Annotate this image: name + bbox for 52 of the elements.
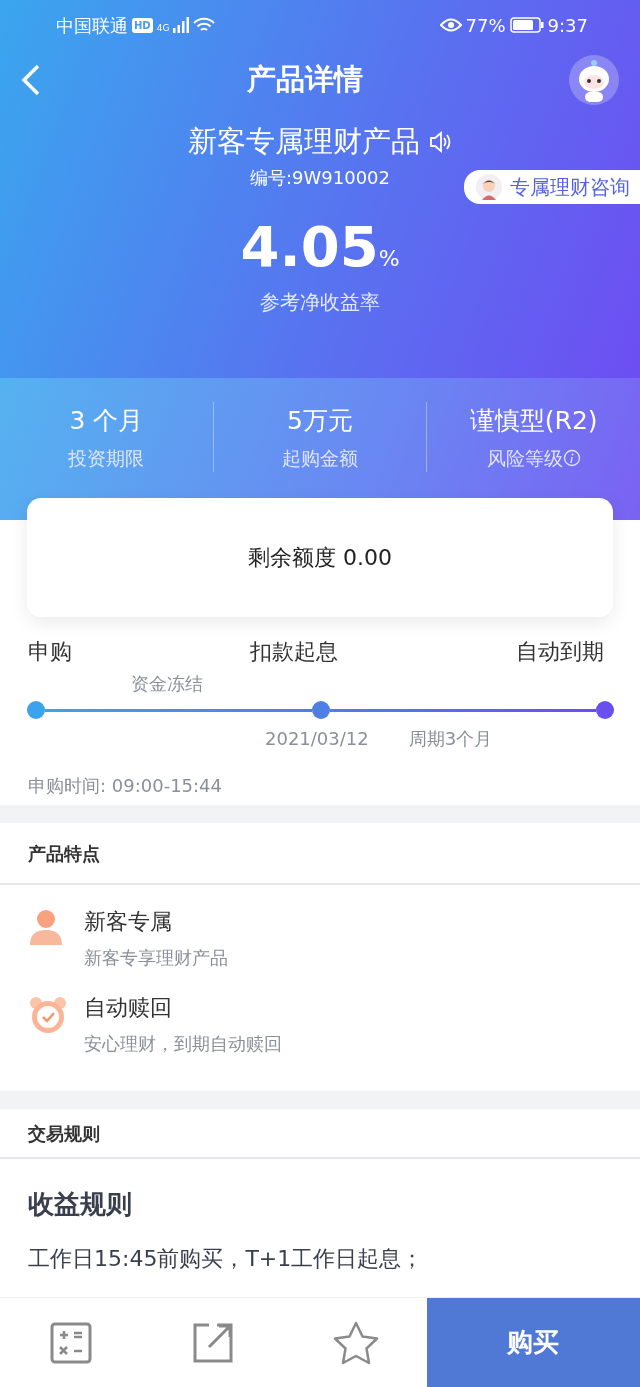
- product-name: 新客专属理财产品: [188, 123, 420, 160]
- carrier-name: 中国联通: [56, 13, 128, 38]
- battery-percent: 77%: [465, 13, 506, 38]
- advisor-avatar-icon: [476, 174, 502, 200]
- timeline-dot: [27, 701, 45, 719]
- robot-icon[interactable]: [568, 54, 620, 106]
- feature-description: 新客专享理财产品: [84, 946, 228, 970]
- yield-label: 参考净收益率: [260, 289, 380, 314]
- purchase-hours: 申购时间: 09:00-15:44: [28, 775, 223, 796]
- back-icon[interactable]: [20, 63, 42, 97]
- stat-value: 3 个月: [69, 405, 144, 437]
- wifi-icon: [193, 17, 216, 33]
- yield-rate: 4.05: [240, 213, 379, 279]
- timeline-step: 申购: [28, 635, 72, 668]
- timeline-dot: [311, 701, 330, 719]
- feature-title: 自动赎回: [84, 994, 173, 1022]
- stat-value: 5万元: [287, 405, 353, 437]
- phase-label: 资金冻结: [131, 673, 203, 694]
- battery-icon: [509, 17, 544, 33]
- star-icon[interactable]: [332, 1320, 379, 1365]
- period-label: 周期3个月: [408, 727, 493, 751]
- feature-description: 安心理财，到期自动赎回: [84, 1032, 282, 1056]
- rule-text: 工作日15:45前购买，T+1工作日起息；: [28, 1246, 424, 1271]
- signal-icon: [173, 17, 190, 33]
- start-date: 2021/03/12: [265, 727, 369, 751]
- eye-icon: [439, 18, 462, 32]
- stat-value: 谨慎型(R2): [469, 405, 598, 437]
- remaining-quota: 剩余额度 0.00: [248, 544, 392, 572]
- product-code: 编号:9W910002: [250, 166, 390, 188]
- timeline-step: 扣款起息: [250, 635, 338, 668]
- section-title: 产品特点: [28, 841, 100, 866]
- network-type: 4G: [156, 21, 170, 35]
- buy-button[interactable]: 购买: [427, 1297, 640, 1387]
- advisor-consult-button[interactable]: 专属理财咨询: [464, 170, 640, 204]
- share-icon[interactable]: [193, 1322, 234, 1363]
- rule-heading: 收益规则: [28, 1189, 132, 1219]
- person-icon: [28, 909, 64, 947]
- alarm-clock-icon: [28, 995, 68, 1035]
- stat-label: 起购金额: [282, 445, 358, 471]
- page-title: 产品详情: [247, 61, 363, 99]
- info-icon[interactable]: [562, 448, 581, 467]
- hd-badge: HD: [132, 17, 153, 33]
- percent-sign: %: [378, 245, 400, 271]
- section-title: 交易规则: [28, 1121, 100, 1146]
- stat-label: 风险等级: [486, 445, 563, 471]
- timeline-dot: [596, 701, 614, 719]
- stat-label: 投资期限: [68, 445, 145, 471]
- speaker-icon[interactable]: [428, 130, 452, 153]
- clock-time: 9:37: [547, 13, 588, 38]
- timeline-step: 自动到期: [516, 635, 604, 668]
- feature-title: 新客专属: [84, 908, 173, 936]
- calculator-icon[interactable]: [50, 1321, 93, 1364]
